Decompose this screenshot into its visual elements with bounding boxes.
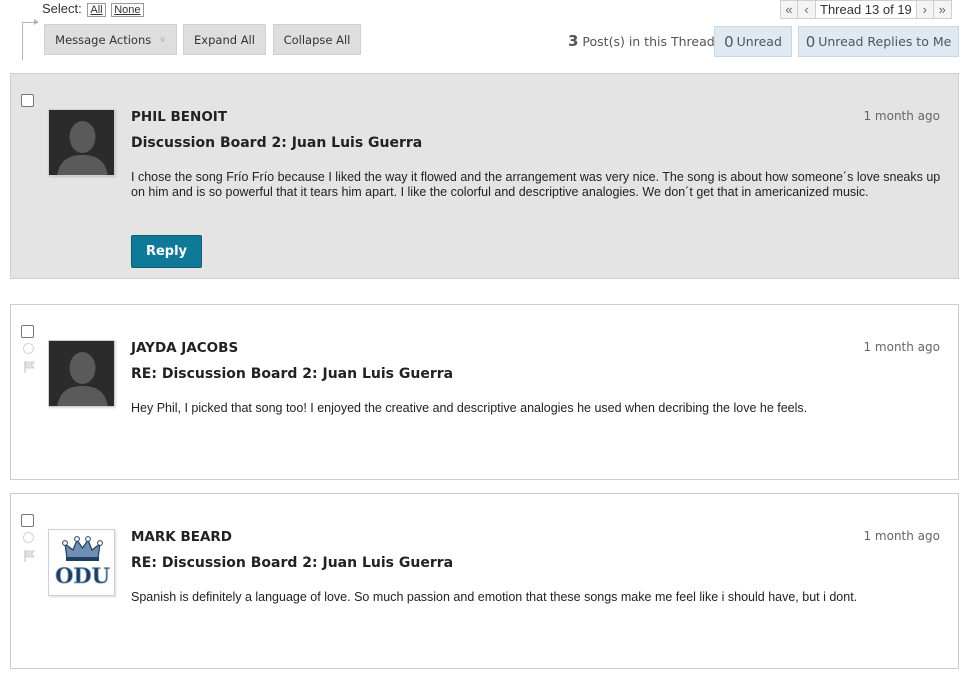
post-body: Hey Phil, I picked that song too! I enjo… [131, 401, 808, 415]
post-subject: RE: Discussion Board 2: Juan Luis Guerra [131, 555, 454, 571]
unread-label: Unread [736, 34, 782, 49]
avatar [48, 109, 115, 176]
post-count-number: 3 [568, 32, 579, 50]
avatar [48, 340, 115, 407]
post-author[interactable]: JAYDA JACOBS [131, 340, 238, 356]
read-status-icon[interactable] [23, 532, 34, 543]
double-chevron-right-icon[interactable]: » [933, 0, 952, 19]
post-timestamp: 1 month ago [863, 529, 940, 543]
default-avatar-icon [49, 110, 114, 175]
select-none-link[interactable]: None [111, 3, 144, 17]
unread-replies-count: 0 [805, 32, 816, 51]
flag-icon[interactable] [24, 361, 35, 373]
select-label: Select: [42, 1, 82, 16]
post-item: JAYDA JACOBS RE: Discussion Board 2: Jua… [10, 304, 959, 480]
post-item: PHIL BENOIT Discussion Board 2: Juan Lui… [10, 73, 959, 279]
post-count-label: Post(s) in this Thread [582, 34, 715, 49]
message-actions-button[interactable]: Message Actions ∨ [44, 24, 177, 55]
post-checkbox[interactable] [21, 94, 34, 107]
select-row: Select: All None [42, 1, 144, 17]
tree-arrow-icon [23, 19, 39, 30]
thread-toolbar: Select: All None Message Actions ∨ Expan… [0, 0, 969, 70]
read-status-icon[interactable] [23, 343, 34, 354]
reply-button[interactable]: Reply [131, 235, 202, 268]
post-checkbox[interactable] [21, 514, 34, 527]
post-timestamp: 1 month ago [863, 340, 940, 354]
double-chevron-left-icon[interactable]: « [780, 0, 798, 19]
post-checkbox[interactable] [21, 325, 34, 338]
select-all-link[interactable]: All [87, 3, 106, 17]
double-chevron-down-icon: ∨ [159, 34, 166, 45]
post-author[interactable]: PHIL BENOIT [131, 109, 227, 125]
odu-crown-logo-icon: ODU [49, 530, 114, 595]
post-author[interactable]: MARK BEARD [131, 529, 232, 545]
post-subject: Discussion Board 2: Juan Luis Guerra [131, 135, 423, 151]
expand-all-button[interactable]: Expand All [183, 24, 266, 55]
svg-text:ODU: ODU [55, 563, 110, 588]
unread-count: 0 [724, 32, 734, 51]
default-avatar-icon [49, 341, 114, 406]
thread-navigation: « ‹ Thread 13 of 19 › » [780, 0, 952, 19]
collapse-all-button[interactable]: Collapse All [273, 24, 361, 55]
unread-filter-button[interactable]: 0 Unread [714, 26, 792, 57]
post-item: ODU MARK BEARD RE: Discussion Board 2: J… [10, 493, 959, 669]
post-body: I chose the song Frío Frío because I lik… [131, 170, 941, 199]
thread-position: Thread 13 of 19 [816, 0, 916, 19]
unread-replies-filter-button[interactable]: 0 Unread Replies to Me [798, 26, 959, 57]
post-count: 3 Post(s) in this Thread [568, 32, 715, 50]
message-actions-label: Message Actions [55, 32, 152, 47]
post-body: Spanish is definitely a language of love… [131, 590, 858, 604]
post-subject: RE: Discussion Board 2: Juan Luis Guerra [131, 366, 454, 382]
chevron-left-icon[interactable]: ‹ [798, 0, 816, 19]
flag-icon[interactable] [24, 550, 35, 562]
unread-replies-label: Unread Replies to Me [818, 34, 952, 49]
chevron-right-icon[interactable]: › [915, 0, 934, 19]
post-timestamp: 1 month ago [863, 109, 940, 123]
avatar: ODU [48, 529, 115, 596]
